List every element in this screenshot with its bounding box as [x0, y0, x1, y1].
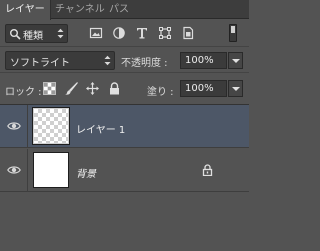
lock-icon [202, 164, 213, 176]
lock-transparent-icon[interactable] [43, 82, 56, 95]
lock-all-icon[interactable] [108, 82, 121, 95]
layer-thumbnail [33, 152, 69, 188]
tab-layers[interactable]: レイヤー [0, 0, 51, 20]
visibility-toggle[interactable] [0, 149, 28, 192]
updown-arrows-icon [104, 55, 111, 66]
updown-arrows-icon [57, 28, 64, 39]
panel-tab-bar: レイヤー チャンネル パス [0, 0, 249, 20]
filter-kind-label: 種類 [23, 31, 43, 42]
opacity-dropdown-button[interactable] [228, 52, 243, 69]
layer-name[interactable]: 背景 [76, 165, 96, 180]
lock-row: ロック : 塗り : 100% [0, 74, 249, 103]
type-filter-icon[interactable] [135, 26, 149, 40]
lock-label: ロック : [5, 87, 42, 98]
search-icon [10, 29, 21, 40]
blend-mode-label: ソフトライト [10, 58, 70, 69]
opacity-input[interactable]: 100% [180, 52, 227, 69]
eye-icon [7, 122, 21, 130]
fill-label: 塗り : [147, 87, 174, 98]
lock-image-icon[interactable] [65, 82, 78, 95]
blend-mode-select[interactable]: ソフトライト [5, 51, 115, 70]
filter-toggle[interactable] [229, 24, 237, 42]
tab-paths[interactable]: パス [104, 0, 134, 19]
layer-thumbnail [32, 107, 70, 145]
layer-row-layer-1[interactable]: レイヤー 1 [0, 105, 249, 148]
fill-dropdown-button[interactable] [228, 80, 243, 97]
layers-list: レイヤー 1 背景 [0, 104, 249, 251]
opacity-label: 不透明度 : [121, 58, 168, 69]
fill-input[interactable]: 100% [180, 80, 227, 97]
adjustment-filter-icon[interactable] [112, 26, 126, 40]
smart-object-filter-icon[interactable] [181, 26, 195, 40]
tab-channels[interactable]: チャンネル [50, 0, 110, 19]
eye-icon [7, 166, 21, 174]
shape-filter-icon[interactable] [158, 26, 172, 40]
image-filter-icon[interactable] [89, 26, 103, 40]
filter-toggle-knob [231, 26, 235, 33]
layer-name[interactable]: レイヤー 1 [76, 121, 125, 136]
lock-position-icon[interactable] [86, 82, 99, 95]
layer-row-background[interactable]: 背景 [0, 149, 249, 192]
filter-row: 種類 [0, 20, 249, 47]
filter-kind-select[interactable]: 種類 [5, 24, 68, 43]
blend-row: ソフトライト 不透明度 : 100% [0, 48, 249, 73]
visibility-toggle[interactable] [0, 105, 28, 148]
layers-empty-area [0, 193, 249, 251]
